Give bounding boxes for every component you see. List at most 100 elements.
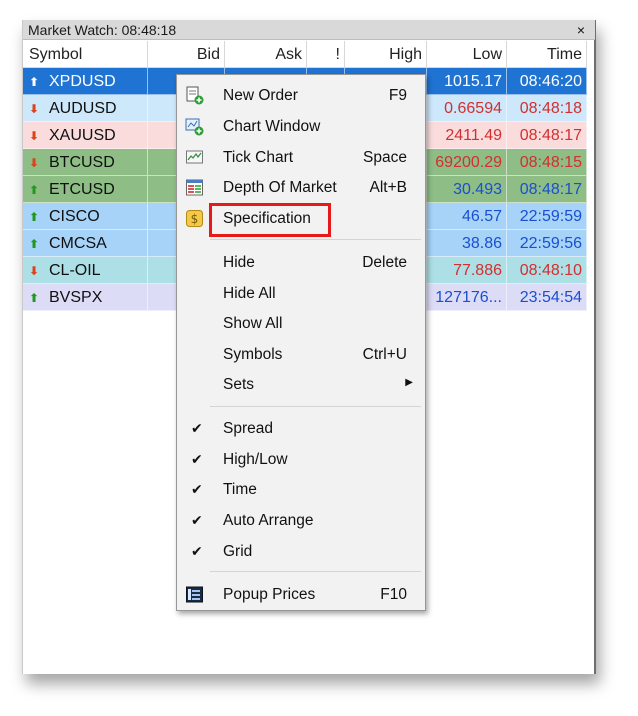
menu-item-hide-all[interactable]: Hide All	[177, 279, 425, 308]
menu-label: Sets	[223, 376, 255, 393]
menu-label: High/Low	[223, 451, 288, 468]
time-cell: 08:48:15	[507, 149, 587, 176]
col-symbol-header[interactable]: Symbol	[23, 41, 148, 68]
symbol-cell: ⬇ CL-OIL	[23, 257, 148, 284]
arrow-down-icon: ⬇	[29, 102, 40, 116]
menu-shortcut: Ctrl+U	[362, 346, 407, 363]
symbol-cell: ⬆ XPDUSD	[23, 68, 148, 95]
col-ask-header[interactable]: Ask	[225, 41, 307, 68]
menu-item-time[interactable]: ✔ Time	[177, 475, 425, 504]
time-cell: 22:59:59	[507, 203, 587, 230]
menu-item-auto-arrange[interactable]: ✔ Auto Arrange	[177, 506, 425, 535]
menu-item-show-all[interactable]: Show All	[177, 309, 425, 338]
col-exclaim-header[interactable]: !	[307, 41, 345, 68]
low-cell: 1015.17	[427, 68, 507, 95]
time-cell-text: 08:48:15	[519, 154, 582, 171]
col-time-header[interactable]: Time	[507, 41, 587, 68]
menu-item-hide[interactable]: Hide Delete	[177, 248, 425, 277]
menu-label: Grid	[223, 543, 253, 560]
low-cell: 69200.29	[427, 149, 507, 176]
menu-label: Hide All	[223, 285, 276, 302]
low-cell-text: 0.66594	[444, 100, 502, 117]
low-cell: 30.493	[427, 176, 507, 203]
low-cell-text: 1015.17	[444, 73, 502, 90]
symbol-cell: ⬆ BVSPX	[23, 284, 148, 311]
menu-item-new-order[interactable]: New Order F9	[177, 81, 425, 110]
symbol-cell: ⬆ CISCO	[23, 203, 148, 230]
time-cell: 08:48:10	[507, 257, 587, 284]
low-cell: 2411.49	[427, 122, 507, 149]
menu-label: Depth Of Market	[223, 179, 337, 196]
menu-item-high-low[interactable]: ✔ High/Low	[177, 445, 425, 474]
time-cell: 08:48:17	[507, 122, 587, 149]
menu-shortcut: Delete	[362, 254, 407, 271]
menu-item-tick-chart[interactable]: Tick Chart Space	[177, 143, 425, 172]
time-cell: 23:54:54	[507, 284, 587, 311]
checkmark-icon: ✔	[191, 512, 203, 528]
symbol-cell-text: XAUUSD	[49, 127, 116, 144]
low-cell-text: 38.86	[461, 235, 502, 252]
menu-label: Spread	[223, 420, 273, 437]
low-cell-text: 77.886	[453, 262, 502, 279]
checkmark-icon: ✔	[191, 481, 203, 497]
specification-highlight-box	[209, 203, 331, 237]
window-title: Market Watch: 08:48:18	[28, 22, 177, 38]
time-cell-text: 08:48:17	[519, 181, 582, 198]
arrow-up-icon: ⬆	[29, 210, 40, 224]
symbol-cell-text: BTCUSD	[49, 154, 115, 171]
time-cell-text: 08:48:10	[519, 262, 582, 279]
close-icon[interactable]: ×	[577, 20, 585, 40]
menu-item-sets[interactable]: Sets ▶	[177, 370, 425, 399]
symbol-cell-text: XPDUSD	[49, 73, 116, 90]
menu-label: Symbols	[223, 346, 283, 363]
menu-item-popup-prices[interactable]: Popup Prices F10	[177, 580, 425, 609]
menu-label: Time	[223, 481, 257, 498]
menu-label: Popup Prices	[223, 586, 316, 603]
menu-label: New Order	[223, 87, 298, 104]
menu-item-symbols[interactable]: Symbols Ctrl+U	[177, 340, 425, 369]
menu-separator	[210, 571, 421, 572]
arrow-up-icon: ⬆	[29, 291, 40, 305]
chart-window-icon	[185, 117, 204, 136]
menu-item-spread[interactable]: ✔ Spread	[177, 414, 425, 443]
menu-shortcut: F9	[388, 87, 407, 104]
symbol-cell: ⬆ CMCSA	[23, 230, 148, 257]
menu-label: Tick Chart	[223, 149, 294, 166]
svg-text:$: $	[191, 212, 199, 226]
menu-label: Show All	[223, 315, 283, 332]
low-cell-text: 30.493	[453, 181, 502, 198]
menu-item-grid[interactable]: ✔ Grid	[177, 537, 425, 566]
menu-separator	[210, 406, 421, 407]
time-cell-text: 08:48:18	[519, 100, 582, 117]
time-cell: 22:59:56	[507, 230, 587, 257]
window-titlebar[interactable]: Market Watch: 08:48:18 ×	[23, 20, 595, 40]
time-cell-text: 22:59:59	[519, 208, 582, 225]
context-menu: New Order F9 Chart Window Tick Chart Spa…	[176, 74, 426, 611]
symbol-cell: ⬇ XAUUSD	[23, 122, 148, 149]
time-cell-text: 23:54:54	[519, 289, 582, 306]
time-cell-text: 22:59:56	[519, 235, 582, 252]
checkmark-icon: ✔	[191, 451, 203, 467]
time-cell-text: 08:46:20	[519, 73, 582, 90]
arrow-up-icon: ⬆	[29, 183, 40, 197]
time-cell-text: 08:48:17	[519, 127, 582, 144]
symbol-cell-text: CL-OIL	[49, 262, 101, 279]
menu-label: Chart Window	[223, 118, 321, 135]
menu-item-depth-of-market[interactable]: Depth Of Market Alt+B	[177, 173, 425, 202]
new-order-icon	[185, 86, 204, 105]
time-cell: 08:48:18	[507, 95, 587, 122]
low-cell: 38.86	[427, 230, 507, 257]
menu-label: Hide	[223, 254, 255, 271]
col-low-header[interactable]: Low	[427, 41, 507, 68]
checkmark-icon: ✔	[191, 543, 203, 559]
symbol-cell: ⬆ ETCUSD	[23, 176, 148, 203]
menu-item-chart-window[interactable]: Chart Window	[177, 112, 425, 141]
col-high-header[interactable]: High	[345, 41, 427, 68]
arrow-down-icon: ⬇	[29, 156, 40, 170]
arrow-down-icon: ⬇	[29, 264, 40, 278]
col-bid-header[interactable]: Bid	[148, 41, 225, 68]
menu-separator	[210, 239, 421, 240]
depth-of-market-icon	[185, 178, 204, 197]
time-cell: 08:48:17	[507, 176, 587, 203]
arrow-up-icon: ⬆	[29, 75, 40, 89]
